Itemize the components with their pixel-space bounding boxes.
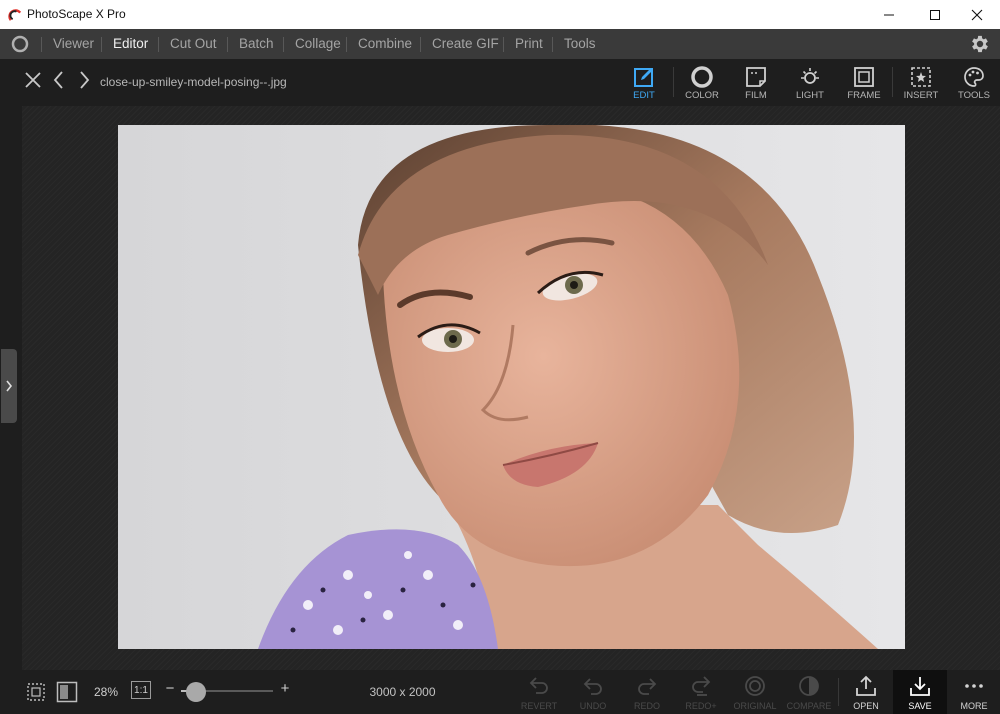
- redo-button[interactable]: REDO: [620, 670, 674, 714]
- upload-icon: [856, 675, 876, 696]
- frame-icon: [854, 67, 874, 87]
- zoom-in-button[interactable]: +: [278, 680, 292, 697]
- menu-divider: [346, 37, 347, 52]
- chevron-right-icon: [6, 380, 13, 392]
- minimize-icon: [884, 14, 894, 15]
- tool-label: COLOR: [685, 90, 719, 101]
- history-label: REVERT: [520, 701, 558, 711]
- menu-collage[interactable]: Collage: [295, 29, 341, 59]
- tool-label: EDIT: [633, 90, 655, 101]
- tool-label: TOOLS: [957, 90, 991, 101]
- tab-frame[interactable]: FRAME: [836, 59, 892, 106]
- menu-divider: [420, 37, 421, 52]
- home-icon[interactable]: [9, 34, 31, 54]
- palette-icon: [964, 67, 984, 87]
- fit-view-icon[interactable]: [56, 681, 78, 703]
- menu-editor[interactable]: Editor: [113, 29, 148, 59]
- file-name: close-up-smiley-model-posing--.jpg: [100, 75, 287, 89]
- insert-icon: [911, 67, 931, 87]
- undo-icon: [583, 678, 602, 695]
- menu-divider: [227, 37, 228, 52]
- window-title: PhotoScape X Pro: [27, 7, 126, 21]
- history-label: UNDO: [579, 701, 607, 711]
- history-label: REDO+: [685, 701, 717, 711]
- menu-cut-out[interactable]: Cut Out: [170, 29, 217, 59]
- photo-preview[interactable]: [118, 125, 905, 649]
- history-label: COMPARE: [786, 701, 832, 711]
- edit-icon: [634, 68, 653, 87]
- maximize-icon: [930, 9, 940, 20]
- tab-edit[interactable]: EDIT: [616, 59, 672, 106]
- menu-combine[interactable]: Combine: [358, 29, 412, 59]
- menu-divider: [41, 37, 42, 52]
- color-icon: [691, 66, 713, 88]
- original-icon: [745, 676, 765, 696]
- open-button[interactable]: OPEN: [839, 670, 893, 714]
- revert-icon: [529, 677, 548, 694]
- tool-label: INSERT: [903, 90, 939, 101]
- light-icon: [801, 68, 819, 84]
- menu-divider: [101, 37, 102, 52]
- selection-icon[interactable]: [26, 682, 46, 702]
- action-label: MORE: [960, 701, 988, 711]
- tool-label: FRAME: [847, 90, 881, 101]
- history-label: ORIGINAL: [733, 701, 777, 711]
- menu-create-gif[interactable]: Create GIF: [432, 29, 499, 59]
- undo-button[interactable]: UNDO: [566, 670, 620, 714]
- zoom-out-button[interactable]: −: [163, 680, 177, 697]
- more-button[interactable]: MORE: [947, 670, 1000, 714]
- menu-divider: [283, 37, 284, 52]
- tab-insert[interactable]: INSERT: [893, 59, 949, 106]
- compare-button[interactable]: COMPARE: [782, 670, 836, 714]
- close-window-button[interactable]: [954, 0, 1000, 29]
- title-bar: PhotoScape X Pro: [0, 0, 1000, 29]
- app-logo-icon: [8, 9, 22, 21]
- menu-divider: [503, 37, 504, 52]
- compare-icon: [799, 676, 819, 696]
- menu-divider: [552, 37, 553, 52]
- image-dimensions: 3000 x 2000: [369, 685, 436, 699]
- revert-button[interactable]: REVERT: [512, 670, 566, 714]
- bottom-bar: 28% 1:1 − + 3000 x 2000 REVERT UNDO REDO…: [0, 670, 1000, 714]
- action-label: SAVE: [908, 701, 932, 711]
- editor-toolbar: close-up-smiley-model-posing--.jpg EDIT …: [0, 59, 1000, 106]
- tab-light[interactable]: LIGHT: [782, 59, 838, 106]
- more-icon: [965, 684, 983, 688]
- film-icon: [746, 67, 766, 87]
- main-menu-bar: Viewer Editor Cut Out Batch Collage Comb…: [0, 29, 1000, 59]
- tab-film[interactable]: FILM: [728, 59, 784, 106]
- download-icon: [910, 677, 930, 696]
- tool-label: FILM: [745, 90, 767, 101]
- menu-batch[interactable]: Batch: [239, 29, 274, 59]
- close-icon: [971, 9, 983, 20]
- redo-icon: [638, 678, 657, 695]
- minimize-button[interactable]: [866, 0, 912, 29]
- maximize-button[interactable]: [912, 0, 958, 29]
- action-label: OPEN: [853, 701, 879, 711]
- tab-color[interactable]: COLOR: [674, 59, 730, 106]
- tool-label: LIGHT: [796, 90, 824, 101]
- side-panel-toggle[interactable]: [1, 349, 17, 423]
- menu-divider: [158, 37, 159, 52]
- original-button[interactable]: ORIGINAL: [728, 670, 782, 714]
- tab-tools[interactable]: TOOLS: [946, 59, 1000, 106]
- menu-tools[interactable]: Tools: [564, 29, 596, 59]
- close-icon[interactable]: [22, 69, 44, 91]
- actual-size-button[interactable]: 1:1: [131, 681, 151, 699]
- chevron-left-icon[interactable]: [48, 69, 70, 91]
- chevron-right-icon[interactable]: [73, 69, 95, 91]
- save-button[interactable]: SAVE: [893, 670, 947, 714]
- menu-print[interactable]: Print: [515, 29, 543, 59]
- zoom-percent: 28%: [93, 685, 119, 699]
- menu-viewer[interactable]: Viewer: [53, 29, 94, 59]
- history-label: REDO: [633, 701, 660, 711]
- zoom-slider-handle[interactable]: [186, 682, 206, 702]
- gear-icon[interactable]: [969, 33, 991, 55]
- redo-plus-button[interactable]: REDO+: [674, 670, 728, 714]
- redo-plus-icon: [692, 676, 711, 696]
